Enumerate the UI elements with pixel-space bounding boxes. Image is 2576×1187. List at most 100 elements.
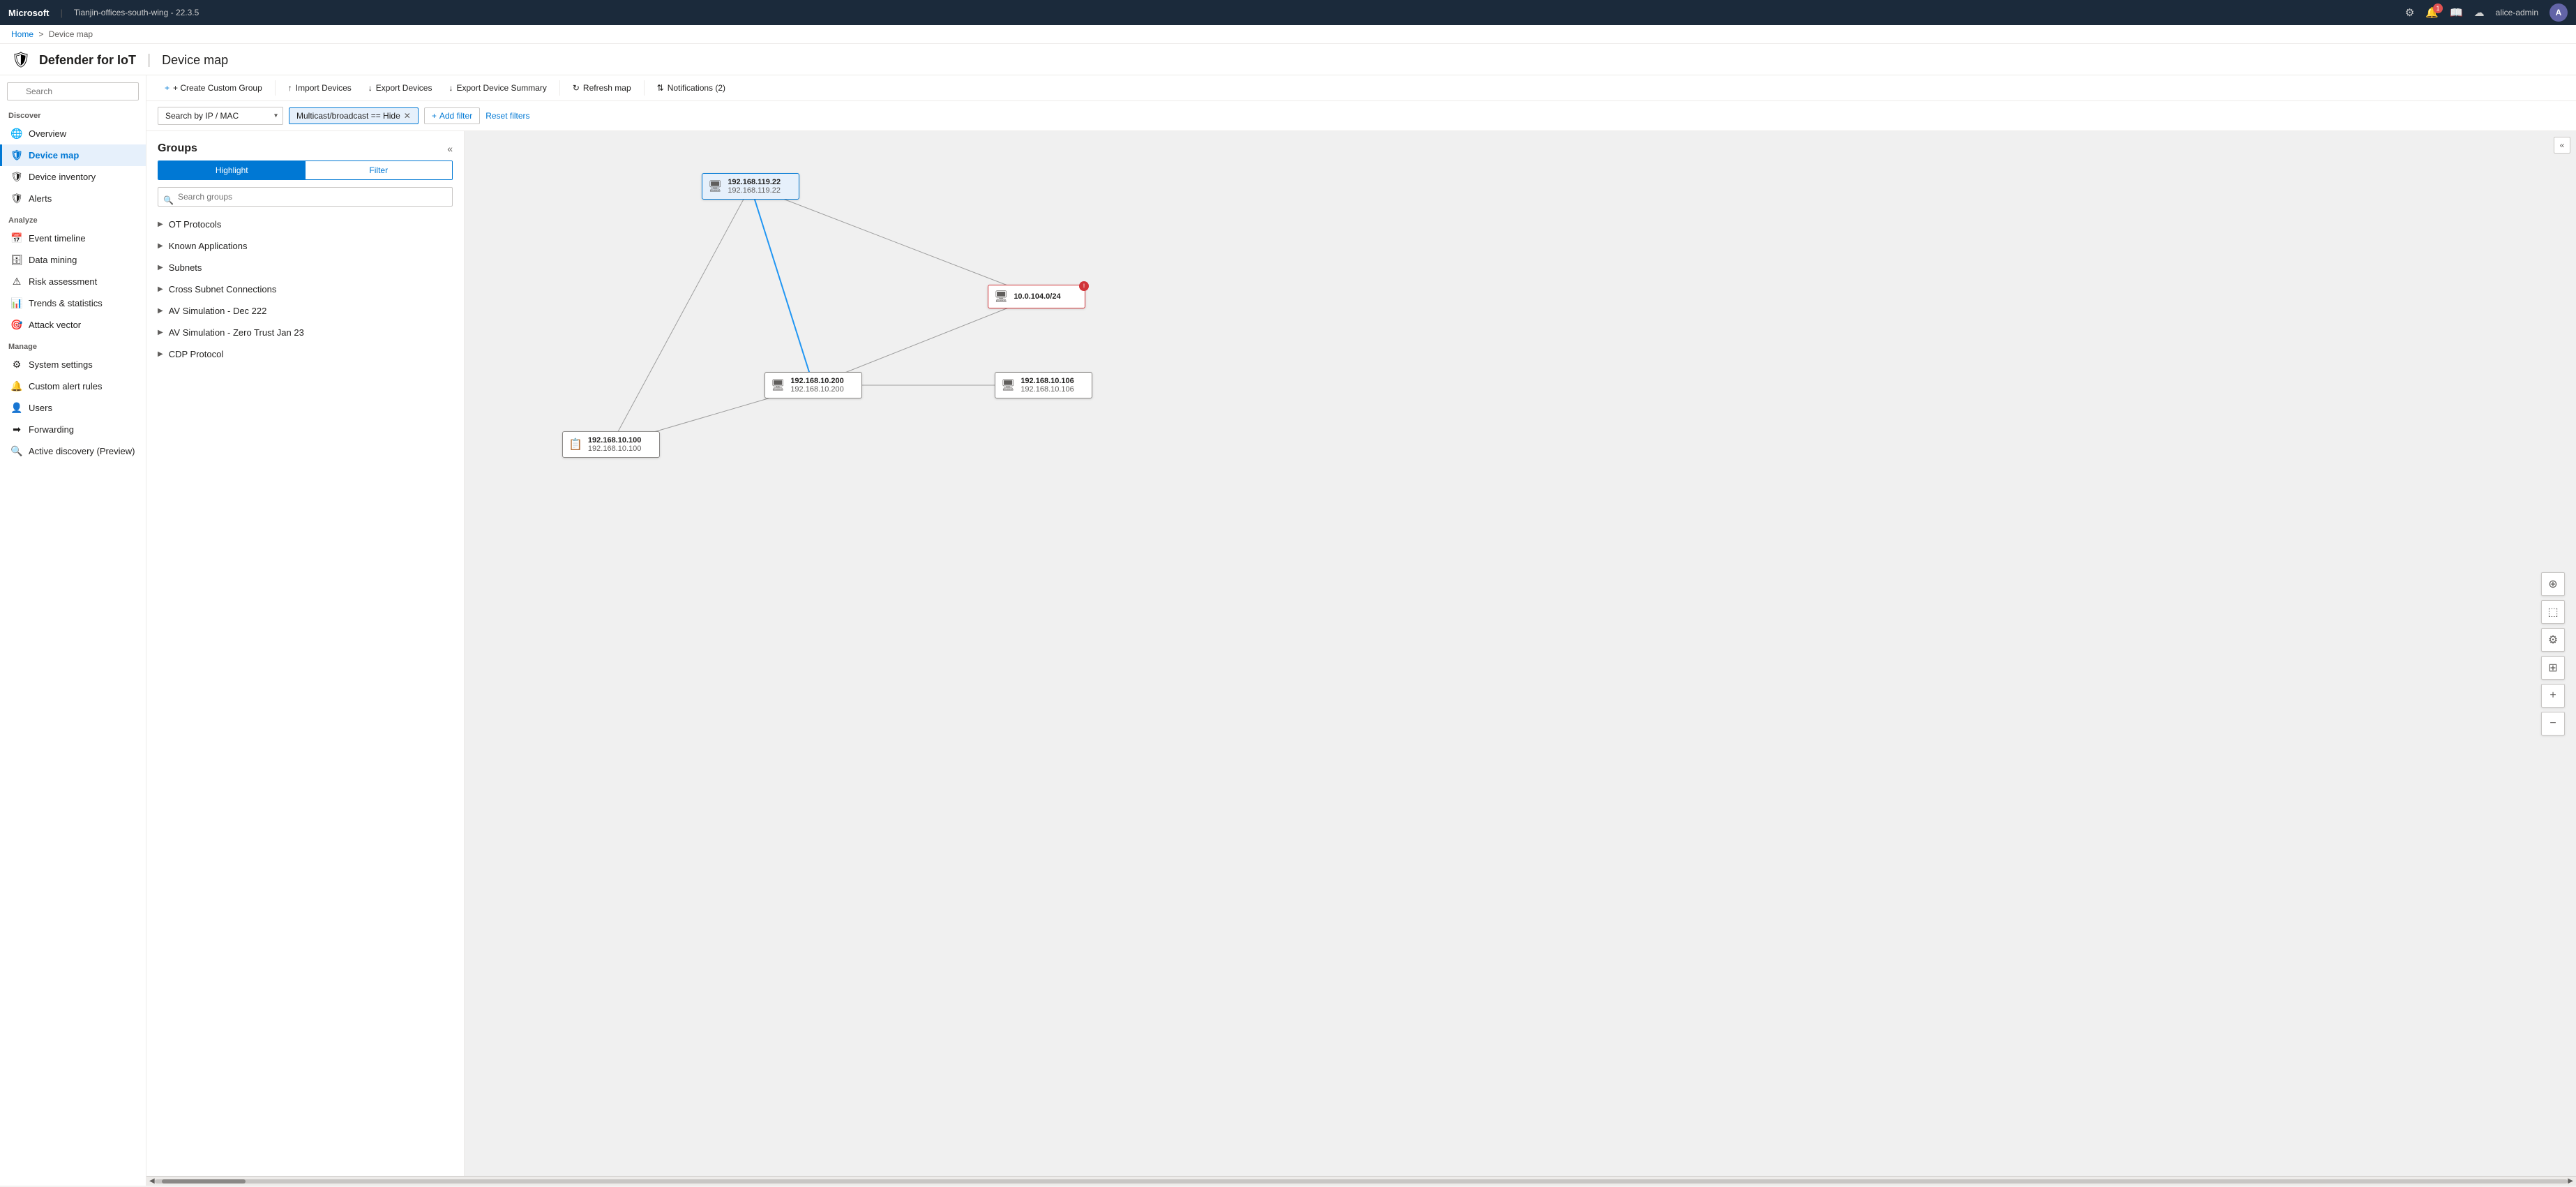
group-item-cdp[interactable]: ▶ CDP Protocol xyxy=(146,343,464,365)
cloud-icon[interactable]: ☁ xyxy=(2474,6,2485,19)
layout-button[interactable]: ⊞ xyxy=(2541,656,2565,680)
sidebar-item-trends[interactable]: 📊 Trends & statistics xyxy=(0,292,146,314)
right-panel-collapse-button[interactable]: « xyxy=(2554,137,2570,154)
sidebar-item-label-alerts: Alerts xyxy=(29,193,52,204)
sidebar-item-device-map[interactable]: 🛡 Device map xyxy=(0,144,146,166)
sidebar-item-device-inventory[interactable]: 🛡 Device inventory xyxy=(0,166,146,188)
scroll-right-arrow[interactable]: ▶ xyxy=(2568,1177,2573,1185)
sidebar-item-forwarding[interactable]: ➡ Forwarding xyxy=(0,419,146,440)
sidebar-item-label-device-inventory: Device inventory xyxy=(29,172,96,182)
map-canvas[interactable]: 🖥 192.168.119.22 192.168.119.22 ! 🖥 10.0… xyxy=(465,131,2576,1176)
sidebar-item-label-active-discovery: Active discovery (Preview) xyxy=(29,446,135,456)
group-item-subnets[interactable]: ▶ Subnets xyxy=(146,257,464,278)
app-divider: | xyxy=(147,52,151,68)
reset-filters-button[interactable]: Reset filters xyxy=(485,111,529,121)
scroll-left-arrow[interactable]: ◀ xyxy=(149,1177,155,1185)
tab-highlight[interactable]: Highlight xyxy=(158,161,306,179)
computer-icon: 🖥 xyxy=(708,179,722,193)
settings-icon[interactable]: ⚙ xyxy=(2405,6,2414,19)
scrollbar-thumb[interactable] xyxy=(162,1179,246,1184)
search-input[interactable] xyxy=(7,82,139,100)
groups-collapse-button[interactable]: « xyxy=(447,143,453,154)
refresh-map-button[interactable]: ↻ Refresh map xyxy=(566,80,638,96)
map-node-192-168-10-100[interactable]: 📋 192.168.10.100 192.168.10.100 xyxy=(562,431,660,458)
node-ip: 10.0.104.0/24 xyxy=(1014,292,1060,301)
main-layout: 🔍 Discover 🌐 Overview 🛡 Device map 🛡 Dev… xyxy=(0,75,2576,1186)
sidebar-item-alerts[interactable]: 🛡 Alerts xyxy=(0,188,146,209)
sidebar-item-label-data-mining: Data mining xyxy=(29,255,77,265)
node-ip: 192.168.10.100 xyxy=(588,436,641,445)
breadcrumb-current: Device map xyxy=(49,29,93,39)
topbar-separator: | xyxy=(61,8,63,18)
group-label: CDP Protocol xyxy=(169,349,224,359)
export-icon: ↓ xyxy=(368,83,372,93)
create-custom-group-button[interactable]: + + Create Custom Group xyxy=(158,80,269,96)
group-item-av-zero-trust[interactable]: ▶ AV Simulation - Zero Trust Jan 23 xyxy=(146,322,464,343)
sidebar-item-users[interactable]: 👤 Users xyxy=(0,397,146,419)
sidebar-search-area: 🔍 xyxy=(0,75,146,105)
notifications-icon[interactable]: 🔔 1 xyxy=(2425,6,2439,19)
zoom-out-button[interactable]: − xyxy=(2541,712,2565,736)
select-area-button[interactable]: ⬚ xyxy=(2541,600,2565,624)
add-filter-label: Add filter xyxy=(439,111,472,121)
import-devices-button[interactable]: ↑ Import Devices xyxy=(281,80,359,96)
filter-chip-close-icon[interactable]: ✕ xyxy=(404,111,411,121)
sidebar-item-label-device-map: Device map xyxy=(29,150,79,160)
groups-search-icon: 🔍 xyxy=(163,195,174,205)
sidebar-item-risk-assessment[interactable]: ⚠ Risk assessment xyxy=(0,271,146,292)
map-node-192-168-119-22[interactable]: 🖥 192.168.119.22 192.168.119.22 xyxy=(702,173,799,200)
scrollbar-track[interactable] xyxy=(155,1179,2568,1184)
node-text: 192.168.10.106 192.168.10.106 xyxy=(1020,377,1074,394)
group-label: Cross Subnet Connections xyxy=(169,284,277,294)
section-manage: Manage xyxy=(0,336,146,354)
groups-title: Groups xyxy=(158,142,197,155)
custom-alert-rules-icon: 🔔 xyxy=(10,380,23,392)
expand-arrow-icon: ▶ xyxy=(158,307,163,315)
group-item-ot-protocols[interactable]: ▶ OT Protocols xyxy=(146,214,464,235)
forwarding-icon: ➡ xyxy=(10,424,23,435)
sidebar-item-custom-alert-rules[interactable]: 🔔 Custom alert rules xyxy=(0,375,146,397)
map-node-10-0-104[interactable]: ! 🖥 10.0.104.0/24 xyxy=(988,285,1085,308)
expand-arrow-icon: ▶ xyxy=(158,285,163,293)
computer-icon: 🖥 xyxy=(1001,378,1015,392)
sidebar-item-label-attack-vector: Attack vector xyxy=(29,320,81,330)
map-node-192-168-10-200[interactable]: 🖥 192.168.10.200 192.168.10.200 xyxy=(764,372,862,398)
export-summary-button[interactable]: ↓ Export Device Summary xyxy=(442,80,553,96)
breadcrumb-home[interactable]: Home xyxy=(11,29,33,39)
sidebar-item-label-event-timeline: Event timeline xyxy=(29,233,86,244)
add-filter-button[interactable]: + Add filter xyxy=(424,107,480,124)
device-map-icon: 🛡 xyxy=(10,149,23,161)
group-item-av-dec[interactable]: ▶ AV Simulation - Dec 222 xyxy=(146,300,464,322)
locate-button[interactable]: ⊕ xyxy=(2541,572,2565,596)
search-ip-mac-select[interactable]: Search by IP / MAC xyxy=(158,107,283,125)
sidebar-item-overview[interactable]: 🌐 Overview xyxy=(0,123,146,144)
section-analyze: Analyze xyxy=(0,209,146,227)
sidebar-item-active-discovery[interactable]: 🔍 Active discovery (Preview) xyxy=(0,440,146,462)
group-label: AV Simulation - Dec 222 xyxy=(169,306,267,316)
multicast-filter-chip: Multicast/broadcast == Hide ✕ xyxy=(289,107,419,124)
notifications-button[interactable]: ⇅ Notifications (2) xyxy=(650,80,732,96)
groups-search-input[interactable] xyxy=(158,187,453,207)
node-ip: 192.168.119.22 xyxy=(728,178,781,186)
zoom-in-button[interactable]: + xyxy=(2541,684,2565,708)
app-icon: 🛡 xyxy=(11,51,31,69)
group-item-known-apps[interactable]: ▶ Known Applications xyxy=(146,235,464,257)
node-ip: 192.168.10.106 xyxy=(1020,377,1074,385)
export-devices-button[interactable]: ↓ Export Devices xyxy=(361,80,439,96)
sidebar-item-attack-vector[interactable]: 🎯 Attack vector xyxy=(0,314,146,336)
sidebar-item-system-settings[interactable]: ⚙ System settings xyxy=(0,354,146,375)
group-item-cross-subnet[interactable]: ▶ Cross Subnet Connections xyxy=(146,278,464,300)
book-icon[interactable]: 📖 xyxy=(2450,6,2463,19)
node-ip: 192.168.10.200 xyxy=(790,377,843,385)
notification-badge: 1 xyxy=(2433,3,2443,13)
map-node-192-168-10-106[interactable]: 🖥 192.168.10.106 192.168.10.106 xyxy=(995,372,1092,398)
expand-arrow-icon: ▶ xyxy=(158,350,163,358)
sidebar-item-data-mining[interactable]: 🗄 Data mining xyxy=(0,249,146,271)
expand-arrow-icon: ▶ xyxy=(158,242,163,250)
section-discover: Discover xyxy=(0,105,146,123)
map-settings-button[interactable]: ⚙ xyxy=(2541,628,2565,652)
groups-panel: Groups « Highlight Filter 🔍 ▶ OT Protoco… xyxy=(146,131,465,1176)
tab-filter[interactable]: Filter xyxy=(306,161,453,179)
avatar[interactable]: A xyxy=(2549,3,2568,22)
sidebar-item-event-timeline[interactable]: 📅 Event timeline xyxy=(0,227,146,249)
